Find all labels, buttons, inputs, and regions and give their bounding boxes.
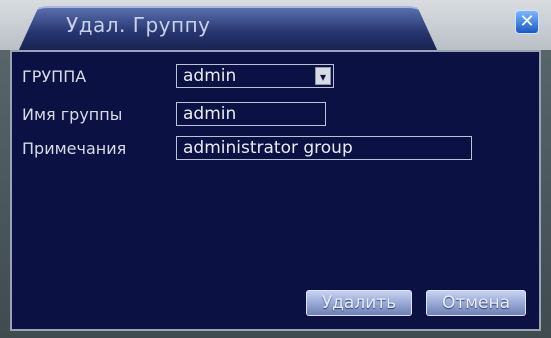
form-panel: ГРУППА admin ▾ Имя группы admin Примечан… — [10, 50, 541, 331]
notes-row: Примечания administrator group — [22, 136, 472, 160]
close-icon[interactable]: ✕ — [515, 10, 539, 34]
group-name-row: Имя группы admin — [22, 102, 326, 126]
chevron-down-icon[interactable]: ▾ — [315, 67, 331, 85]
group-row: ГРУППА admin ▾ — [22, 64, 334, 88]
delete-group-dialog: Удал. Группу ✕ ГРУППА admin ▾ Имя группы… — [0, 0, 551, 338]
dialog-title: Удал. Группу — [66, 13, 211, 37]
group-select[interactable]: admin ▾ — [176, 64, 334, 88]
group-select-value: admin — [183, 66, 237, 86]
group-name-field[interactable]: admin — [176, 102, 326, 126]
notes-field[interactable]: administrator group — [176, 136, 472, 160]
cancel-button[interactable]: Отмена — [426, 290, 526, 316]
group-name-label: Имя группы — [22, 104, 123, 124]
notes-label: Примечания — [22, 138, 127, 158]
group-label: ГРУППА — [22, 66, 87, 86]
delete-button[interactable]: Удалить — [306, 290, 412, 316]
titlebar: Удал. Группу ✕ — [0, 0, 551, 52]
